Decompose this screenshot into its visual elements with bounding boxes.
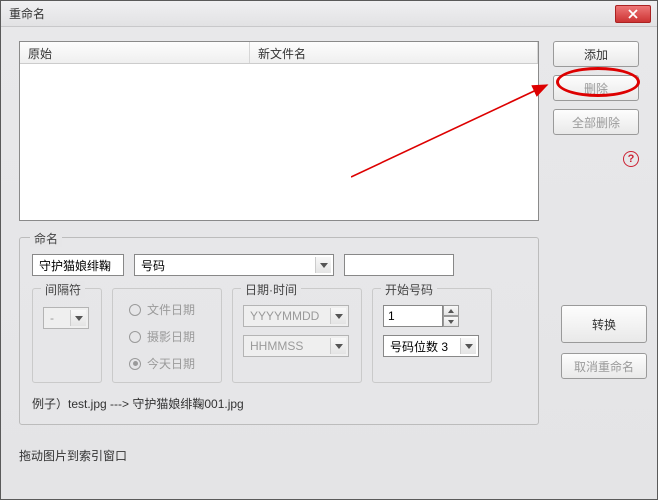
digits-combo[interactable]: 号码位数 3 bbox=[383, 335, 479, 357]
radio-icon bbox=[129, 331, 141, 343]
drag-hint: 拖动图片到索引窗口 bbox=[19, 447, 639, 464]
radio-icon bbox=[129, 358, 141, 370]
chevron-down-icon bbox=[330, 308, 346, 324]
start-number-label: 开始号码 bbox=[381, 281, 437, 298]
date-format-value: YYYYMMDD bbox=[250, 309, 319, 323]
rename-dialog: 重命名 原始 新文件名 添加 删除 全部删除 ? bbox=[0, 0, 658, 500]
datetime-group: 日期·时间 YYYYMMDD HHMMSS bbox=[232, 288, 362, 383]
start-number-group: 开始号码 号码位数 3 bbox=[372, 288, 492, 383]
naming-group-label: 命名 bbox=[30, 230, 62, 247]
naming-row-2: 间隔符 - 文件日期 bbox=[32, 288, 526, 383]
dialog-body: 原始 新文件名 添加 删除 全部删除 ? 命名 号码 bbox=[1, 27, 657, 499]
naming-group: 命名 号码 间隔符 - bbox=[19, 237, 539, 425]
list-header: 原始 新文件名 bbox=[20, 42, 538, 64]
date-format-combo[interactable]: YYYYMMDD bbox=[243, 305, 349, 327]
naming-row-1: 号码 bbox=[32, 254, 526, 276]
separator-combo[interactable]: - bbox=[43, 307, 89, 329]
radio-shoot-date[interactable]: 摄影日期 bbox=[129, 328, 205, 345]
titlebar: 重命名 bbox=[1, 1, 657, 27]
file-list[interactable]: 原始 新文件名 bbox=[19, 41, 539, 221]
date-source-group: 文件日期 摄影日期 今天日期 bbox=[112, 288, 222, 383]
digits-value: 号码位数 3 bbox=[390, 338, 448, 355]
convert-button[interactable]: 转换 bbox=[561, 305, 647, 343]
start-number-input[interactable] bbox=[383, 305, 443, 327]
chevron-down-icon bbox=[315, 257, 331, 273]
add-button[interactable]: 添加 bbox=[553, 41, 639, 67]
time-format-value: HHMMSS bbox=[250, 339, 303, 353]
right-actions: 转换 取消重命名 bbox=[561, 305, 647, 379]
example-text: 例子）test.jpg ---> 守护猫娘绯鞠001.jpg bbox=[32, 395, 526, 412]
chevron-down-icon bbox=[330, 338, 346, 354]
base-name-input[interactable] bbox=[32, 254, 124, 276]
chevron-down-icon bbox=[70, 310, 86, 326]
close-button[interactable] bbox=[615, 5, 651, 23]
chevron-down-icon bbox=[460, 338, 476, 354]
spinner-up[interactable] bbox=[443, 305, 459, 316]
start-number-spinner[interactable] bbox=[383, 305, 481, 327]
top-row: 原始 新文件名 添加 删除 全部删除 ? bbox=[19, 41, 639, 221]
column-original[interactable]: 原始 bbox=[20, 42, 250, 63]
help-icon[interactable]: ? bbox=[623, 151, 639, 167]
chevron-up-icon bbox=[448, 309, 454, 313]
close-icon bbox=[628, 9, 638, 19]
chevron-down-icon bbox=[448, 320, 454, 324]
datetime-label: 日期·时间 bbox=[241, 281, 301, 298]
window-title: 重命名 bbox=[9, 5, 45, 22]
separator-label: 间隔符 bbox=[41, 281, 85, 298]
column-newname[interactable]: 新文件名 bbox=[250, 42, 538, 63]
radio-today[interactable]: 今天日期 bbox=[129, 355, 205, 372]
cancel-rename-button[interactable]: 取消重命名 bbox=[561, 353, 647, 379]
spinner-down[interactable] bbox=[443, 316, 459, 327]
naming-combo[interactable]: 号码 bbox=[134, 254, 334, 276]
delete-button[interactable]: 删除 bbox=[553, 75, 639, 101]
side-buttons: 添加 删除 全部删除 ? bbox=[553, 41, 639, 221]
delete-all-button[interactable]: 全部删除 bbox=[553, 109, 639, 135]
naming-combo-value: 号码 bbox=[141, 257, 165, 274]
radio-icon bbox=[129, 304, 141, 316]
radio-file-date[interactable]: 文件日期 bbox=[129, 301, 205, 318]
separator-value: - bbox=[50, 311, 54, 325]
time-format-combo[interactable]: HHMMSS bbox=[243, 335, 349, 357]
separator-group: 间隔符 - bbox=[32, 288, 102, 383]
extra-text-input[interactable] bbox=[344, 254, 454, 276]
